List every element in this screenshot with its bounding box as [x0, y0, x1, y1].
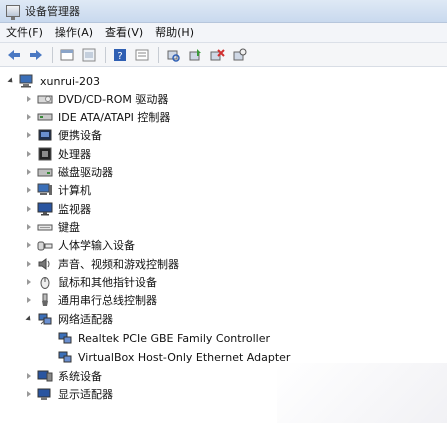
tree-item-label: 显示适配器	[58, 388, 113, 401]
expand-toggle[interactable]	[24, 390, 33, 399]
back-arrow-icon[interactable]	[4, 45, 24, 65]
menu-view[interactable]: 查看(V)	[99, 23, 149, 42]
ide-controller-icon	[37, 110, 53, 124]
tree-item[interactable]: 计算机	[24, 181, 91, 199]
device-manager-icon	[6, 5, 20, 20]
tree-child-item[interactable]: Realtek PCIe GBE Family Controller	[57, 329, 270, 347]
tree-item[interactable]: 监视器	[24, 200, 91, 218]
menu-file[interactable]: 文件(F)	[0, 23, 49, 42]
tree-item-label: 网络适配器	[58, 313, 113, 326]
tree-child-label: Realtek PCIe GBE Family Controller	[78, 331, 271, 345]
expand-toggle[interactable]	[24, 186, 33, 195]
tree-item-label: 键盘	[58, 221, 80, 234]
expand-toggle[interactable]	[24, 131, 33, 140]
display-adapter-icon	[37, 387, 53, 401]
computer-icon	[37, 183, 53, 197]
disable-device-icon[interactable]	[207, 45, 227, 65]
sound-icon	[37, 257, 53, 271]
menu-action[interactable]: 操作(A)	[49, 23, 99, 42]
tree-item-label: 计算机	[58, 184, 91, 197]
update-driver-icon[interactable]	[185, 45, 205, 65]
toolbar-separator	[158, 46, 159, 63]
tree-child-item[interactable]: VirtualBox Host-Only Ethernet Adapter	[57, 348, 290, 366]
tree-item-label: IDE ATA/ATAPI 控制器	[58, 111, 171, 124]
help-icon[interactable]: ?	[110, 45, 130, 65]
uninstall-icon[interactable]	[229, 45, 249, 65]
portable-device-icon	[37, 128, 53, 142]
tree-item-label: 便携设备	[58, 129, 102, 142]
tree-item-label: 通用串行总线控制器	[58, 294, 157, 307]
tree-item[interactable]: 声音、视频和游戏控制器	[24, 255, 179, 273]
tree-item[interactable]: 处理器	[24, 145, 91, 163]
tree-item-label: DVD/CD-ROM 驱动器	[58, 93, 169, 106]
dvd-drive-icon	[37, 92, 53, 106]
tree-item-label: 磁盘驱动器	[58, 166, 113, 179]
expand-toggle[interactable]	[24, 150, 33, 159]
tree-item[interactable]: DVD/CD-ROM 驱动器	[24, 90, 168, 108]
network-device-icon	[57, 350, 73, 364]
tree-item[interactable]: 便携设备	[24, 126, 102, 144]
device-tree: xunrui-203 DVD/CD-ROM 驱动器 IDE ATA/ATAPI …	[0, 68, 447, 423]
network-device-icon	[57, 331, 73, 345]
properties-icon[interactable]	[57, 45, 77, 65]
tree-item-label: 鼠标和其他指针设备	[58, 276, 157, 289]
expand-toggle[interactable]	[24, 95, 33, 104]
tree-item[interactable]: 磁盘驱动器	[24, 163, 113, 181]
tree-item[interactable]: 键盘	[24, 218, 80, 236]
tree-item[interactable]: 鼠标和其他指针设备	[24, 273, 157, 291]
expand-toggle[interactable]	[24, 205, 33, 214]
tree-item-label: 处理器	[58, 148, 91, 161]
title-bar: 设备管理器	[0, 0, 447, 23]
expand-toggle[interactable]	[24, 372, 33, 381]
window-title: 设备管理器	[25, 5, 80, 18]
tree-item-label: 人体学输入设备	[58, 239, 135, 252]
expand-toggle[interactable]	[24, 296, 33, 305]
expand-toggle[interactable]	[24, 113, 33, 122]
network-adapter-icon	[37, 312, 53, 326]
keyboard-icon	[37, 220, 53, 234]
collapse-toggle[interactable]	[6, 77, 15, 86]
menu-bar: 文件(F) 操作(A) 查看(V) 帮助(H)	[0, 23, 447, 43]
tree-item-label: 声音、视频和游戏控制器	[58, 258, 179, 271]
expand-toggle[interactable]	[24, 241, 33, 250]
tree-item[interactable]: 显示适配器	[24, 385, 113, 403]
mouse-icon	[37, 275, 53, 289]
disk-drive-icon	[37, 165, 53, 179]
background-fade	[277, 363, 447, 423]
view-icon[interactable]	[132, 45, 152, 65]
window-icon[interactable]	[79, 45, 99, 65]
tree-root-label: xunrui-203	[40, 74, 100, 88]
monitor-icon	[37, 202, 53, 216]
computer-icon	[19, 74, 35, 88]
tree-item-label: 系统设备	[58, 370, 102, 383]
scan-hardware-icon[interactable]	[163, 45, 183, 65]
toolbar-separator	[105, 46, 106, 63]
tree-item[interactable]: 系统设备	[24, 367, 102, 385]
toolbar: ?	[0, 43, 447, 67]
expand-toggle[interactable]	[24, 278, 33, 287]
expand-toggle[interactable]	[24, 223, 33, 232]
tree-item-expanded[interactable]: 网络适配器	[24, 310, 113, 328]
processor-icon	[37, 147, 53, 161]
system-device-icon	[37, 369, 53, 383]
collapse-toggle[interactable]	[24, 315, 33, 324]
svg-text:?: ?	[117, 51, 122, 62]
tree-item[interactable]: 人体学输入设备	[24, 236, 135, 254]
tree-item-label: 监视器	[58, 203, 91, 216]
tree-child-label: VirtualBox Host-Only Ethernet Adapter	[78, 350, 291, 364]
tree-item[interactable]: IDE ATA/ATAPI 控制器	[24, 108, 170, 126]
toolbar-separator	[52, 46, 53, 63]
menu-help[interactable]: 帮助(H)	[149, 23, 200, 42]
tree-root[interactable]: xunrui-203	[6, 72, 100, 90]
forward-arrow-icon[interactable]	[26, 45, 46, 65]
expand-toggle[interactable]	[24, 260, 33, 269]
usb-icon	[37, 293, 53, 307]
tree-item[interactable]: 通用串行总线控制器	[24, 291, 157, 309]
expand-toggle[interactable]	[24, 168, 33, 177]
hid-icon	[37, 238, 53, 252]
